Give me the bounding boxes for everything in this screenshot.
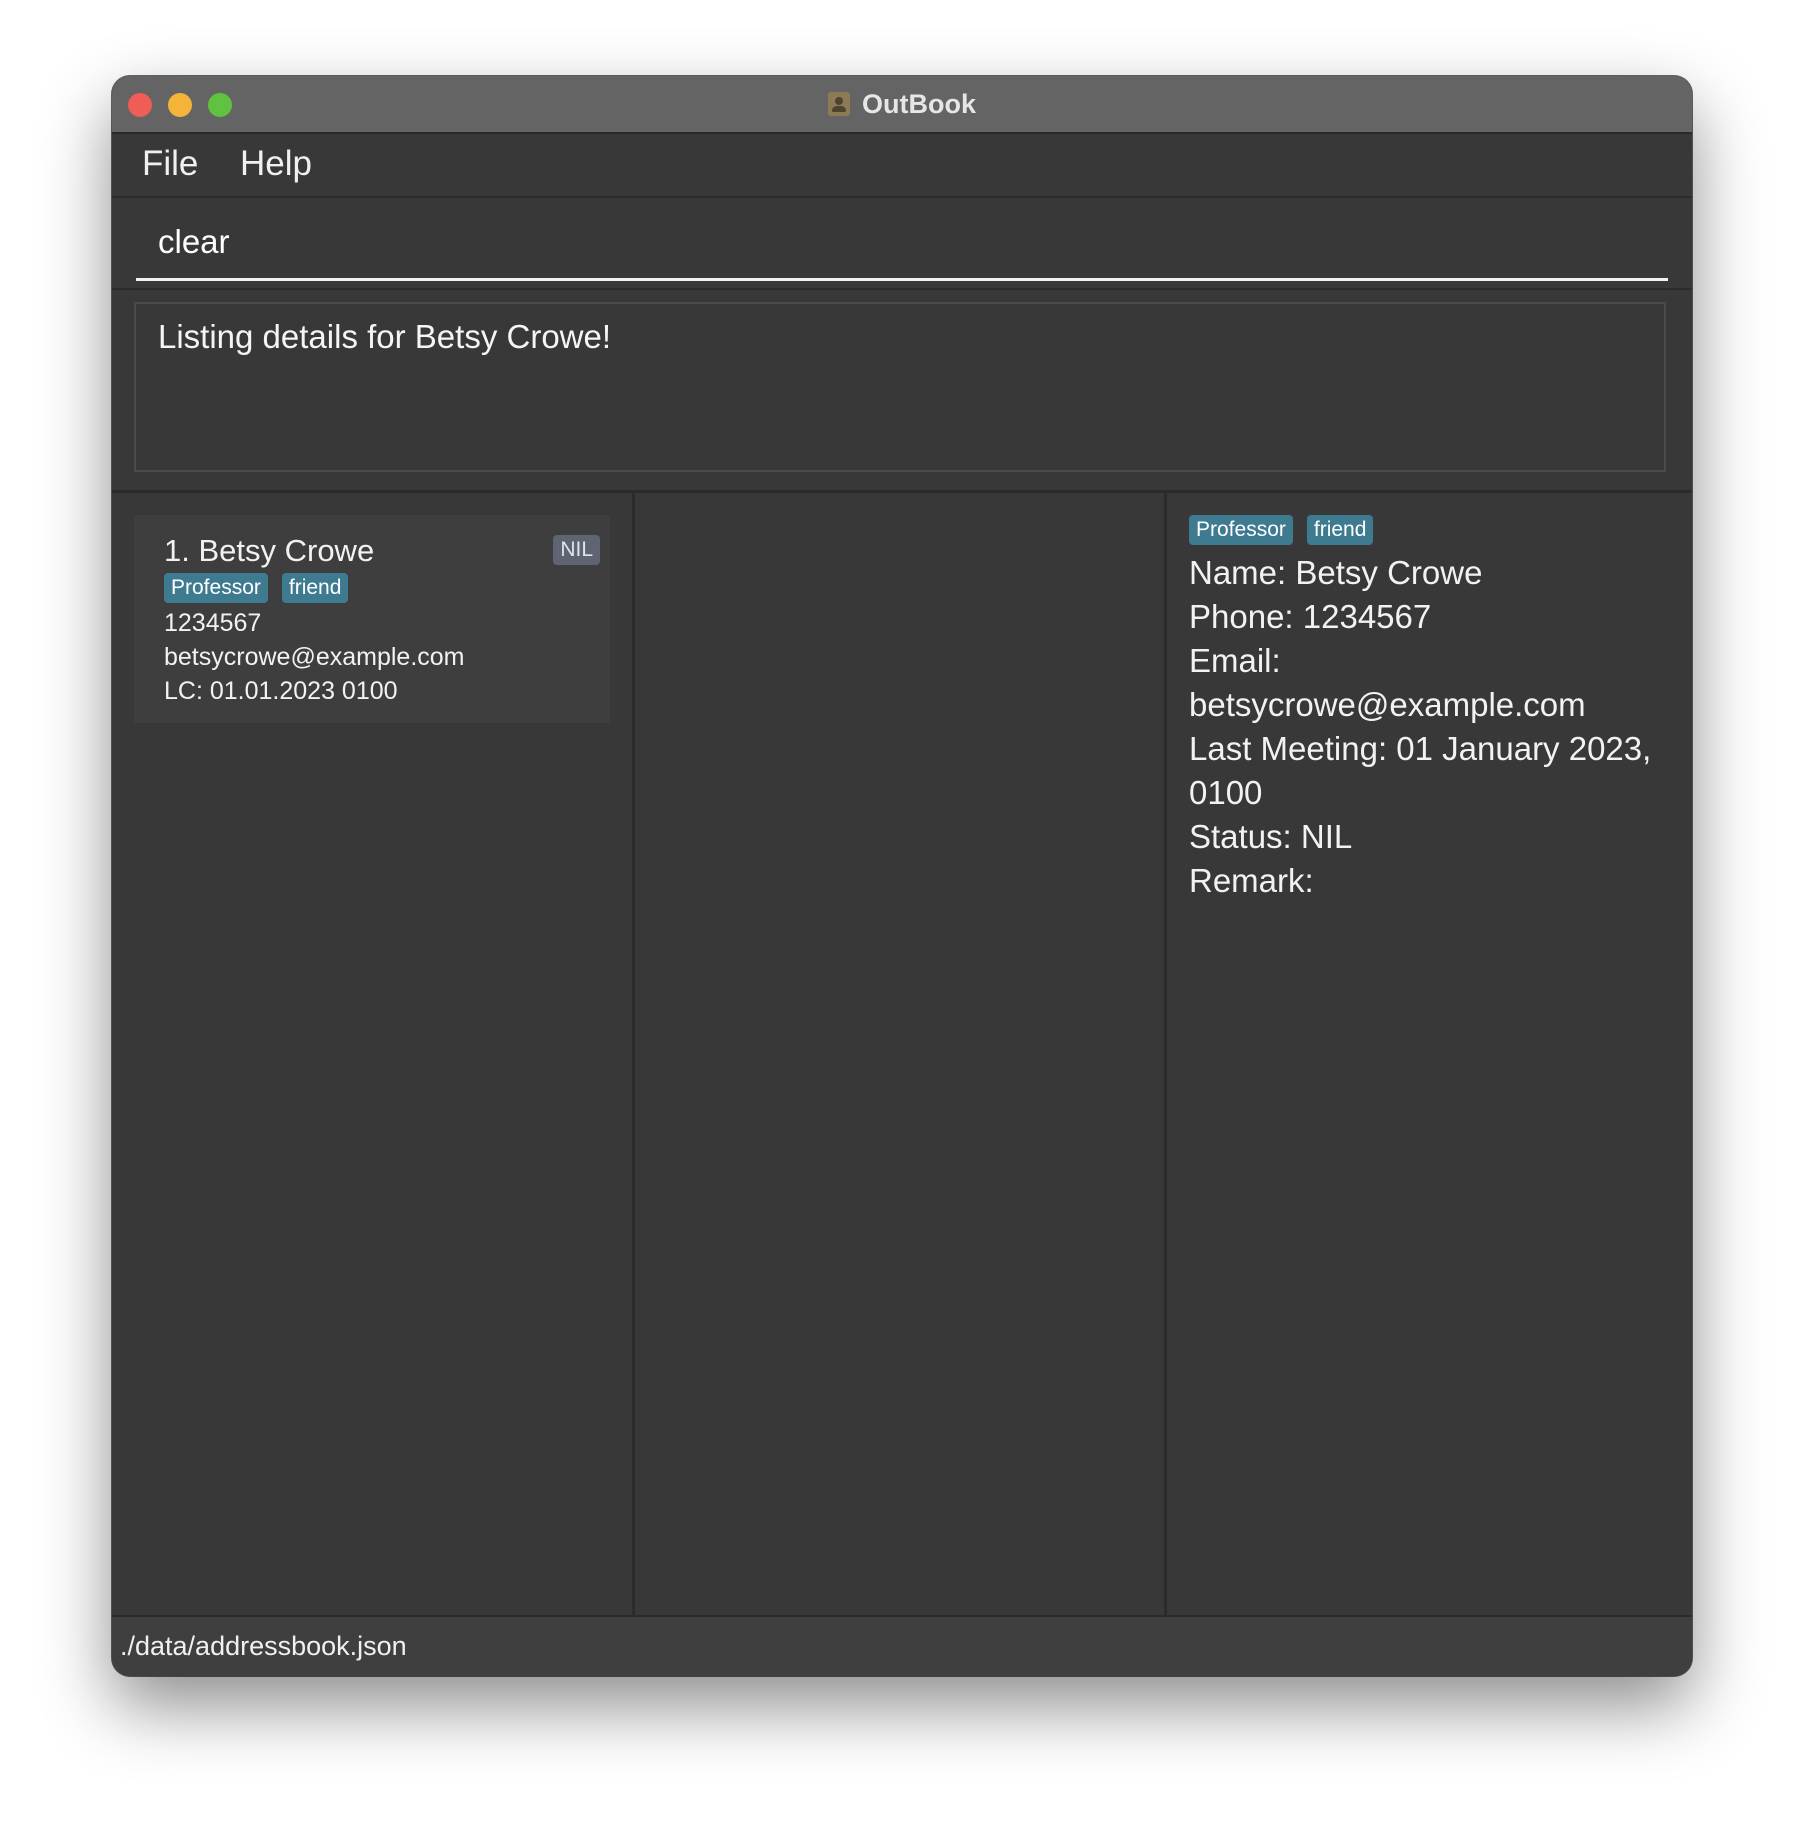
- person-card-last-contact: LC: 01.01.2023 0100: [164, 677, 398, 705]
- app-window: OutBook File Help Listing details for Be…: [112, 76, 1692, 1676]
- contact-book-icon: [828, 92, 850, 116]
- tag-label: friend: [1306, 515, 1374, 545]
- person-card[interactable]: 1. Betsy Crowe NIL Professor friend 1234…: [134, 515, 610, 723]
- title-bar[interactable]: OutBook: [112, 76, 1692, 134]
- menu-bar: File Help: [112, 134, 1692, 198]
- window-title: OutBook: [862, 88, 976, 119]
- detail-last-meeting: Last Meeting: 01 January 2023, 0100: [1189, 730, 1652, 811]
- result-message: Listing details for Betsy Crowe!: [158, 318, 612, 355]
- title-group: OutBook: [112, 76, 1692, 132]
- tag-label: Professor: [164, 573, 268, 603]
- detail-remark: Remark:: [1189, 862, 1314, 899]
- person-card-phone: 1234567: [164, 609, 262, 637]
- tag-label: friend: [281, 573, 349, 603]
- menu-file[interactable]: File: [142, 144, 198, 184]
- detail-tags: Professor friend: [1189, 515, 1374, 545]
- result-display[interactable]: Listing details for Betsy Crowe!: [134, 302, 1666, 472]
- detail-email-label: Email:: [1189, 642, 1281, 679]
- detail-name: Name: Betsy Crowe: [1189, 554, 1483, 591]
- person-list-panel[interactable]: 1. Betsy Crowe NIL Professor friend 1234…: [112, 493, 632, 1615]
- command-input[interactable]: [136, 206, 1668, 278]
- person-card-email: betsycrowe@example.com: [164, 643, 465, 671]
- detail-phone: Phone: 1234567: [1189, 598, 1432, 635]
- menu-help[interactable]: Help: [240, 144, 312, 184]
- status-badge: NIL: [553, 535, 600, 565]
- detail-email: betsycrowe@example.com: [1189, 686, 1586, 723]
- person-card-name: 1. Betsy Crowe: [164, 533, 375, 568]
- command-box: [136, 206, 1668, 281]
- middle-panel: [635, 493, 1167, 1615]
- status-bar: ./data/addressbook.json: [112, 1615, 1692, 1676]
- detail-fields: Name: Betsy Crowe Phone: 1234567 Email: …: [1189, 551, 1679, 903]
- tag-label: Professor: [1189, 515, 1293, 545]
- detail-status: Status: NIL: [1189, 818, 1353, 855]
- data-file-path: ./data/addressbook.json: [120, 1631, 407, 1661]
- person-detail-panel: Professor friend Name: Betsy Crowe Phone…: [1167, 493, 1692, 1615]
- person-card-tags: Professor friend: [164, 573, 349, 603]
- divider: [112, 288, 1692, 290]
